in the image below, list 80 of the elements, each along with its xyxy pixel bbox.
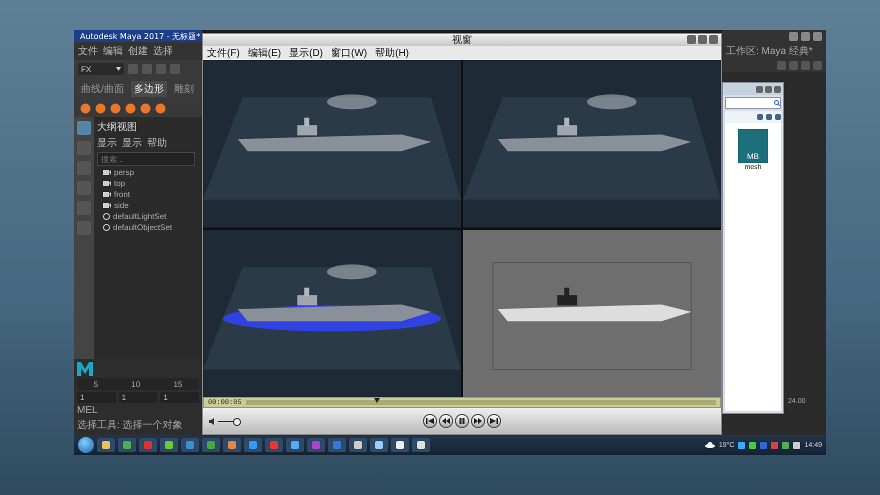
outliner-item[interactable]: front [97, 190, 199, 199]
tick-label: 10 [131, 380, 140, 388]
help-line: 选择工具: 选择一个对象 [77, 418, 184, 432]
menu-item[interactable]: 帮助 [147, 136, 167, 150]
skip-forward-icon [490, 417, 498, 425]
item-label: defaultLightSet [113, 212, 166, 221]
item-label: front [114, 190, 130, 199]
previous-button[interactable] [423, 414, 437, 428]
menu-item[interactable]: 显示 [97, 136, 117, 150]
outliner-item[interactable]: defaultObjectSet [97, 223, 199, 232]
caret-icon [116, 67, 121, 71]
shelf-tab[interactable]: 曲线/曲面 [78, 81, 127, 97]
menu-item[interactable]: 文件 [78, 44, 98, 58]
taskbar-app-icon[interactable] [97, 438, 115, 452]
menu-item[interactable]: 编辑 [103, 44, 123, 58]
file-type-label: MB [747, 152, 759, 163]
shelf-dropdown[interactable]: FX [78, 63, 124, 75]
menu-item[interactable]: 编辑(E) [248, 46, 282, 60]
skip-back-icon [426, 417, 434, 425]
speaker-icon [209, 418, 216, 424]
item-label: side [114, 201, 129, 210]
polygon-shape-icon[interactable] [95, 103, 106, 114]
rewind-icon [442, 417, 450, 425]
cloud-icon [704, 442, 715, 448]
polygon-shape-icon[interactable] [110, 103, 121, 114]
command-language: MEL [77, 405, 99, 416]
menu-item[interactable]: 显示(D) [289, 46, 324, 60]
polygon-shape-icon[interactable] [155, 103, 166, 114]
shelf-tab[interactable]: 雕刻 [170, 81, 197, 97]
seek-marker[interactable] [374, 398, 380, 403]
outliner-item[interactable]: side [97, 201, 199, 210]
tick-label: 5 [94, 380, 98, 388]
search-icon [774, 100, 780, 106]
next-button[interactable] [487, 414, 501, 428]
menu-item[interactable]: 帮助(H) [375, 46, 410, 60]
polygon-shape-icon[interactable] [140, 103, 151, 114]
volume-thumb[interactable] [232, 418, 241, 426]
start-button[interactable] [78, 437, 94, 453]
taskbar-app-icon[interactable] [118, 438, 136, 452]
polygon-shape-icon[interactable] [125, 103, 136, 114]
file-icon[interactable]: MB [738, 129, 768, 163]
search-field[interactable] [725, 97, 781, 109]
taskbar-app-icon[interactable] [370, 438, 388, 452]
taskbar-app-icon[interactable] [412, 438, 430, 452]
range-field[interactable]: 1 [77, 392, 116, 403]
window-title: 视窗 [452, 34, 472, 47]
pause-button[interactable] [455, 414, 469, 428]
outliner-item[interactable]: top [97, 179, 199, 188]
fast-forward-icon [474, 417, 482, 425]
panel-title: 大纲视图 [97, 120, 138, 134]
taskbar-app-icon[interactable] [160, 438, 178, 452]
camera-icon [103, 181, 111, 186]
tick-label: 15 [173, 380, 182, 388]
fast-forward-button[interactable] [471, 414, 485, 428]
range-field[interactable]: 1 [160, 392, 200, 403]
item-label: persp [114, 168, 134, 177]
logo-icon [77, 362, 93, 376]
shelf-tab[interactable]: 多边形 [130, 81, 167, 97]
pause-icon [458, 417, 466, 425]
polygon-shape-icon[interactable] [80, 103, 91, 114]
camera-icon [103, 170, 111, 175]
taskbar-app-icon[interactable] [286, 438, 304, 452]
taskbar-app-icon[interactable] [223, 438, 241, 452]
item-label: defaultObjectSet [113, 223, 172, 232]
menu-item[interactable]: 创建 [128, 44, 148, 58]
menu-item[interactable]: 选择 [153, 44, 173, 58]
item-label: top [114, 179, 126, 188]
range-field[interactable]: 1 [118, 392, 158, 403]
outliner-item[interactable]: defaultLightSet [97, 212, 199, 221]
menu-item[interactable]: 显示 [122, 136, 142, 150]
window-title: Autodesk Maya 2017 - 无标题* [80, 30, 200, 42]
menu-item[interactable]: 文件(F) [207, 46, 240, 60]
menu-item[interactable]: 窗口(W) [331, 46, 368, 60]
outliner-item[interactable]: persp [97, 168, 199, 177]
camera-icon [103, 203, 111, 208]
taskbar-app-icon[interactable] [391, 438, 409, 452]
taskbar-app-icon[interactable] [349, 438, 367, 452]
search-field[interactable]: 搜索... [97, 152, 195, 166]
rewind-button[interactable] [439, 414, 453, 428]
camera-icon [103, 192, 111, 197]
